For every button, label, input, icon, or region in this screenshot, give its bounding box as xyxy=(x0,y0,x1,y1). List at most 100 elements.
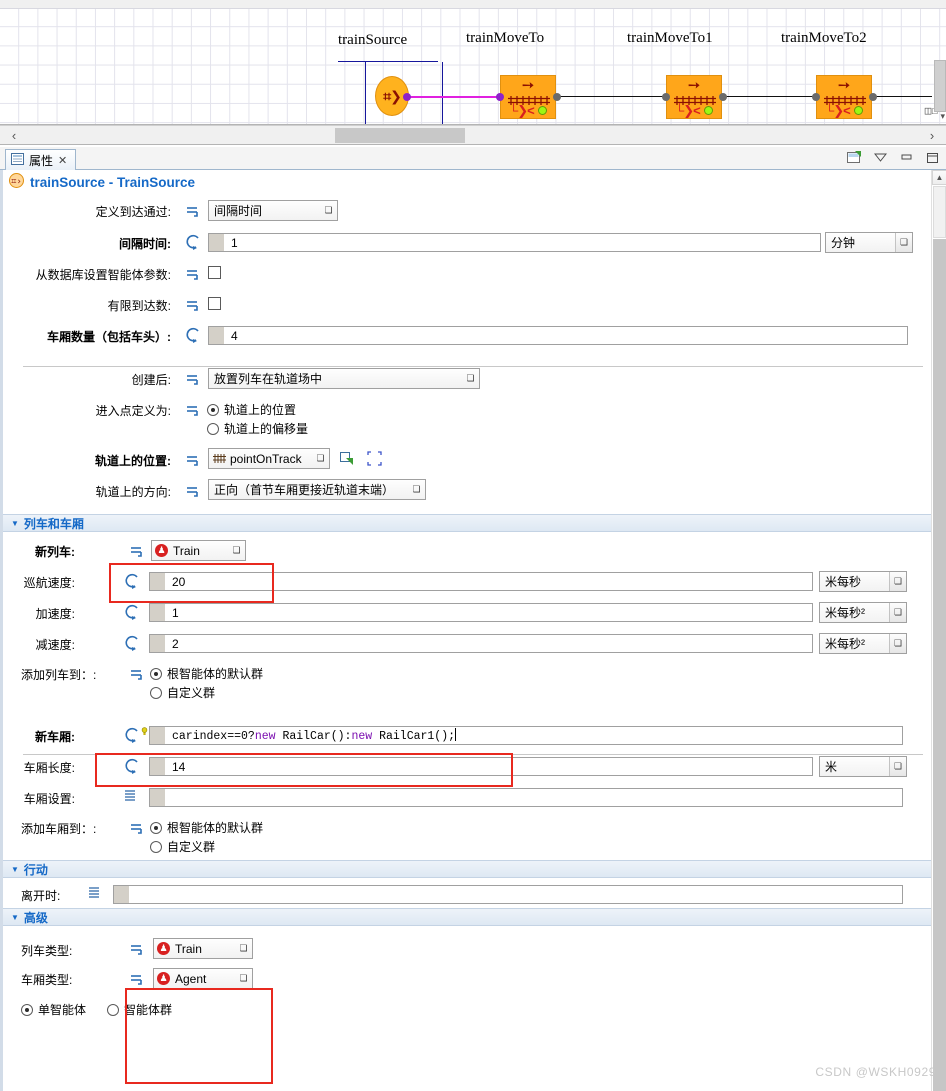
direction-on-track-select[interactable]: 正向（首节车厢更接近轨道末端） ❏ xyxy=(208,479,426,500)
position-on-track-select[interactable]: pointOnTrack ❏ xyxy=(208,448,330,469)
on-exit-input[interactable] xyxy=(113,885,903,904)
close-icon[interactable]: ✕ xyxy=(58,154,67,167)
row-train-type: 列车类型: ♟ Train ❏ xyxy=(3,926,946,962)
radio-add-train-default-population[interactable]: 根智能体的默认群 xyxy=(150,665,263,682)
limited-arrivals-checkbox[interactable] xyxy=(208,297,221,310)
restore-view-icon[interactable] xyxy=(847,150,862,165)
deceleration-input[interactable]: 2 xyxy=(149,634,813,653)
label-add-train-to: 添加列车到：: xyxy=(21,668,97,682)
node-trainmoveto1[interactable]: ➙ └❯< xyxy=(666,75,722,119)
acceleration-input[interactable]: 1 xyxy=(149,603,813,622)
train-type-select[interactable]: ♟ Train ❏ xyxy=(153,938,253,959)
dynamic-expression-icon[interactable] xyxy=(184,234,201,250)
dynamic-value-icon[interactable] xyxy=(185,452,202,468)
new-car-code-input[interactable]: carindex==0?new RailCar():new RailCar1()… xyxy=(149,726,903,745)
cruise-speed-input[interactable]: 20 xyxy=(149,572,813,591)
section-header-actions[interactable]: ▼ 行动 xyxy=(3,860,946,878)
dynamic-value-icon[interactable] xyxy=(185,483,202,499)
port-in-trainmoveto[interactable] xyxy=(496,93,504,101)
scrollbar-thumb[interactable] xyxy=(335,128,465,143)
section-header-advanced[interactable]: ▼ 高级 xyxy=(3,908,946,926)
minimize-icon[interactable] xyxy=(899,150,914,165)
node-trainmoveto[interactable]: ➙ └❯< xyxy=(500,75,556,119)
radio-add-train-custom-population[interactable]: 自定义群 xyxy=(150,684,215,701)
car-length-unit-select[interactable]: 米 ❏ xyxy=(819,756,907,777)
port-out-trainmoveto[interactable] xyxy=(553,93,561,101)
deceleration-unit-select[interactable]: 米每秒² ❏ xyxy=(819,633,907,654)
dynamic-value-icon[interactable] xyxy=(185,297,202,313)
dynamic-value-icon[interactable] xyxy=(129,941,146,957)
node-label-trainmoveto2: trainMoveTo2 xyxy=(781,30,867,46)
dynamic-value-icon[interactable] xyxy=(185,203,202,219)
dynamic-expression-icon[interactable] xyxy=(123,604,140,620)
acceleration-unit-select[interactable]: 米每秒² ❏ xyxy=(819,602,907,623)
arrow-right-icon: ➙ xyxy=(521,77,535,94)
row-after-creation: 创建后: 放置列车在轨道场中 ❏ xyxy=(3,362,946,393)
node-trainmoveto2[interactable]: ➙ └❯< xyxy=(816,75,872,119)
radio-position-on-track[interactable]: 轨道上的位置 xyxy=(207,401,296,418)
radio-add-car-custom-population[interactable]: 自定义群 xyxy=(150,838,215,855)
row-car-setup: 车厢设置: xyxy=(3,781,946,812)
canvas-scroll-down-icon[interactable]: ▾ xyxy=(940,111,945,122)
dynamic-value-icon[interactable] xyxy=(129,971,146,987)
car-setup-input[interactable] xyxy=(149,788,903,807)
dynamic-value-icon[interactable] xyxy=(129,666,146,682)
new-train-select[interactable]: ♟ Train ❏ xyxy=(151,540,246,561)
label-cars-count: 车厢数量（包括车头）: xyxy=(47,330,171,344)
triangle-down-icon: ▼ xyxy=(11,912,19,922)
code-block-icon[interactable] xyxy=(124,789,141,805)
properties-panel: ⌗› trainSource - TrainSource 定义到达通过: 间隔时… xyxy=(0,170,946,1091)
radio-single-agent[interactable]: 单智能体 xyxy=(21,1001,86,1018)
dynamic-expression-icon[interactable] xyxy=(123,758,140,774)
dynamic-expression-icon[interactable] xyxy=(123,727,140,743)
car-type-select[interactable]: ♟ Agent ❏ xyxy=(153,968,253,989)
canvas-horizontal-scrollbar[interactable]: ‹ › xyxy=(0,125,946,145)
chevron-down-icon: ❏ xyxy=(239,973,248,983)
set-params-from-db-checkbox[interactable] xyxy=(208,266,221,279)
dynamic-value-icon[interactable] xyxy=(185,402,202,418)
cruise-speed-unit-select[interactable]: 米每秒 ❏ xyxy=(819,571,907,592)
radio-agent-population[interactable]: 智能体群 xyxy=(107,1001,172,1018)
select-region-icon[interactable] xyxy=(367,451,382,469)
code-block-icon[interactable] xyxy=(88,886,105,902)
scroll-right-icon[interactable]: › xyxy=(922,126,942,145)
maximize-icon[interactable] xyxy=(925,150,940,165)
dynamic-expression-icon[interactable] xyxy=(184,327,201,343)
scrollbar-track[interactable] xyxy=(933,239,946,1091)
dynamic-expression-icon[interactable] xyxy=(123,573,140,589)
dynamic-value-icon[interactable] xyxy=(185,371,202,387)
dynamic-value-icon[interactable] xyxy=(129,543,146,559)
port-in-trainmoveto2[interactable] xyxy=(812,93,820,101)
node-label-trainmoveto: trainMoveTo xyxy=(466,30,545,46)
cars-count-input[interactable]: 4 xyxy=(208,326,908,345)
jump-to-icon[interactable] xyxy=(339,451,355,469)
interarrival-time-input[interactable]: 1 xyxy=(208,233,821,252)
arrivals-defined-by-value: 间隔时间 xyxy=(214,204,263,218)
dynamic-expression-icon[interactable] xyxy=(123,635,140,651)
scroll-left-icon[interactable]: ‹ xyxy=(4,126,24,145)
minimize-chevron-icon[interactable] xyxy=(873,150,888,165)
port-in-trainmoveto1[interactable] xyxy=(662,93,670,101)
car-length-input[interactable]: 14 xyxy=(149,757,813,776)
port-out-trainmoveto1[interactable] xyxy=(719,93,727,101)
after-creation-select[interactable]: 放置列车在轨道场中 ❏ xyxy=(208,368,480,389)
tab-properties[interactable]: 属性 ✕ xyxy=(5,149,77,170)
scrollbar-thumb[interactable] xyxy=(933,186,946,238)
dynamic-value-icon[interactable] xyxy=(185,266,202,282)
field-gutter xyxy=(150,573,165,590)
port-out-trainmoveto2[interactable] xyxy=(869,93,877,101)
model-canvas[interactable]: trainSource trainMoveTo trainMoveTo1 tra… xyxy=(0,0,946,125)
arrivals-defined-by-select[interactable]: 间隔时间 ❏ xyxy=(208,200,338,221)
section-header-train-and-cars[interactable]: ▼ 列车和车厢 xyxy=(3,514,946,532)
port-out-trainsource[interactable] xyxy=(403,93,411,101)
chevron-up-icon[interactable]: ▲ xyxy=(932,170,946,185)
row-car-length: 车厢长度: 14 米 ❏ xyxy=(3,750,946,781)
view-tab-strip: 属性 ✕ xyxy=(0,147,946,170)
radio-add-car-default-population[interactable]: 根智能体的默认群 xyxy=(150,819,263,836)
properties-vertical-scrollbar[interactable]: ▲ xyxy=(931,170,946,1091)
label-interarrival-time: 间隔时间: xyxy=(119,237,171,251)
dynamic-value-icon[interactable] xyxy=(129,820,146,836)
canvas-vertical-scrollbar-thumb[interactable] xyxy=(934,60,946,112)
radio-offset-on-track[interactable]: 轨道上的偏移量 xyxy=(207,420,308,437)
interarrival-time-unit-select[interactable]: 分钟 ❏ xyxy=(825,232,913,253)
